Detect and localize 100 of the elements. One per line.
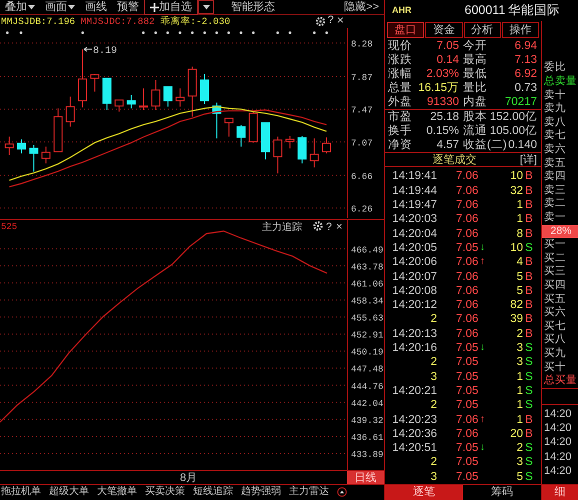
trade-price: 7.06 xyxy=(456,184,480,198)
bottom-tab[interactable]: 短线追踪 xyxy=(193,485,233,498)
trade-price: 7.06 xyxy=(456,312,480,327)
field-value: 16.15万 xyxy=(417,81,459,96)
hide-link[interactable]: 隐藏>> xyxy=(339,0,384,14)
trade-side: B xyxy=(524,412,534,427)
candlestick xyxy=(236,124,246,148)
trade-time: 14:20:12 xyxy=(391,298,437,312)
trade-side: S xyxy=(524,384,534,398)
trade-price: 7.06 xyxy=(456,226,480,241)
trade-side: B xyxy=(524,169,534,184)
panel-tab[interactable]: 操作 xyxy=(502,22,539,38)
candlestick xyxy=(273,136,282,174)
field-label: 量比 xyxy=(463,81,487,96)
axis-label: 452.91 xyxy=(351,330,384,341)
indicator-value: 乖离率:-2.030 xyxy=(160,15,230,28)
toolbar-button[interactable]: 预警 xyxy=(112,0,144,14)
axis-label: 7.47 xyxy=(351,106,373,116)
toolbar-button[interactable]: 加自选 xyxy=(144,0,198,15)
scroll-up-icon[interactable] xyxy=(337,486,347,496)
field-value: 105.00亿 xyxy=(488,124,537,138)
toolbar-button[interactable]: 画面 xyxy=(40,0,80,14)
sequence-number: 2 xyxy=(430,355,437,370)
trade-time: 14:20:07 xyxy=(391,270,437,284)
trade-time: 14:20 xyxy=(543,450,573,464)
trade-side: B xyxy=(524,284,534,298)
trade-volume: 3 xyxy=(516,355,523,370)
panel-tab[interactable]: 分析 xyxy=(464,22,501,38)
trade-side: B xyxy=(524,184,534,198)
candlestick xyxy=(102,78,112,110)
depth-label: 买七 xyxy=(543,320,567,334)
trade-volume: 1 xyxy=(516,212,523,227)
axis-label: 461.06 xyxy=(351,279,384,290)
trade-side: B xyxy=(524,298,534,312)
trade-volume: 1 xyxy=(516,384,523,398)
trade-time: 14:19:47 xyxy=(391,198,437,212)
panel-tab[interactable]: 盘口 xyxy=(387,22,424,38)
field-label: 收益(二) xyxy=(463,138,507,152)
depth-label: 卖六 xyxy=(543,143,567,157)
trade-volume: 1 xyxy=(516,198,523,212)
toolbar-button[interactable]: 叠加 xyxy=(0,0,40,14)
trade-side: S xyxy=(524,355,534,370)
bottom-tab[interactable]: 超级大单 xyxy=(49,485,89,498)
trade-volume: 4 xyxy=(516,255,523,270)
close-button[interactable]: × xyxy=(336,15,344,28)
field-label: 今开 xyxy=(463,39,487,53)
candlestick xyxy=(78,48,88,108)
axis-label: 433.89 xyxy=(351,450,384,460)
caret-icon xyxy=(203,4,210,10)
trade-side: B xyxy=(524,255,534,270)
candlestick xyxy=(212,102,222,139)
trade-time: 14:20 xyxy=(543,421,573,436)
candlestick xyxy=(322,136,332,154)
trade-volume: 3 xyxy=(516,341,523,356)
trend-arrow: ↓ xyxy=(480,442,485,454)
field-value: 4.57 xyxy=(436,138,459,152)
bottom-tab[interactable]: 趋势强弱 xyxy=(241,485,281,498)
toolbar-button[interactable]: 画线 xyxy=(80,0,112,14)
help-button[interactable]: ? xyxy=(326,221,332,233)
close-button[interactable]: × xyxy=(336,221,342,233)
trade-volume: 8 xyxy=(516,226,523,241)
candlestick xyxy=(29,144,38,172)
trade-price: 7.05 xyxy=(456,341,480,356)
bottom-tab[interactable]: 拖拉机单 xyxy=(1,485,41,498)
bottom-tab[interactable]: 主力雷达 xyxy=(289,485,329,498)
field-value: 0.73 xyxy=(514,81,537,96)
trend-arrow: ↓ xyxy=(480,342,485,354)
trade-time: 14:19:41 xyxy=(391,169,437,184)
toolbar-button[interactable]: 智能形态 xyxy=(226,0,280,14)
trade-tab[interactable]: 逐笔 xyxy=(385,484,463,500)
detail-tab[interactable]: 细 xyxy=(542,484,578,500)
help-button[interactable]: ? xyxy=(327,15,334,28)
plus-icon xyxy=(150,2,159,12)
trade-side: S xyxy=(524,370,534,384)
field-label: 内盘 xyxy=(463,95,487,110)
axis-label: 6.26 xyxy=(351,204,373,215)
field-label: 现价 xyxy=(388,39,413,54)
caret-icon xyxy=(28,4,35,10)
candlestick xyxy=(248,111,258,144)
axis-label: 466.49 xyxy=(351,245,384,256)
axis-label: 442.04 xyxy=(351,398,384,409)
field-value: 0.140 xyxy=(507,138,537,152)
trade-side: S xyxy=(524,455,534,470)
bottom-tab[interactable]: 买卖决策 xyxy=(145,485,185,498)
trend-arrow: ↑ xyxy=(480,414,485,425)
high-price-label: 8.19 xyxy=(93,46,118,57)
field-label: 最高 xyxy=(463,53,487,68)
trade-price: 7.05 xyxy=(456,370,480,384)
bottom-tab[interactable]: 大笔撤单 xyxy=(97,485,137,498)
sequence-number: 3 xyxy=(430,370,437,384)
dropdown-button[interactable] xyxy=(198,0,214,14)
depth-label: 卖一 xyxy=(543,211,567,225)
axis-label: 450.19 xyxy=(351,348,384,358)
panel-tab[interactable]: 资金 xyxy=(425,22,462,38)
trade-price: 7.05 xyxy=(456,384,480,398)
trade-side: S xyxy=(524,341,534,356)
trade-side: B xyxy=(524,198,534,212)
settings-icon[interactable] xyxy=(316,17,325,26)
settings-icon[interactable] xyxy=(313,221,323,231)
detail-link[interactable]: [详] xyxy=(520,153,537,166)
